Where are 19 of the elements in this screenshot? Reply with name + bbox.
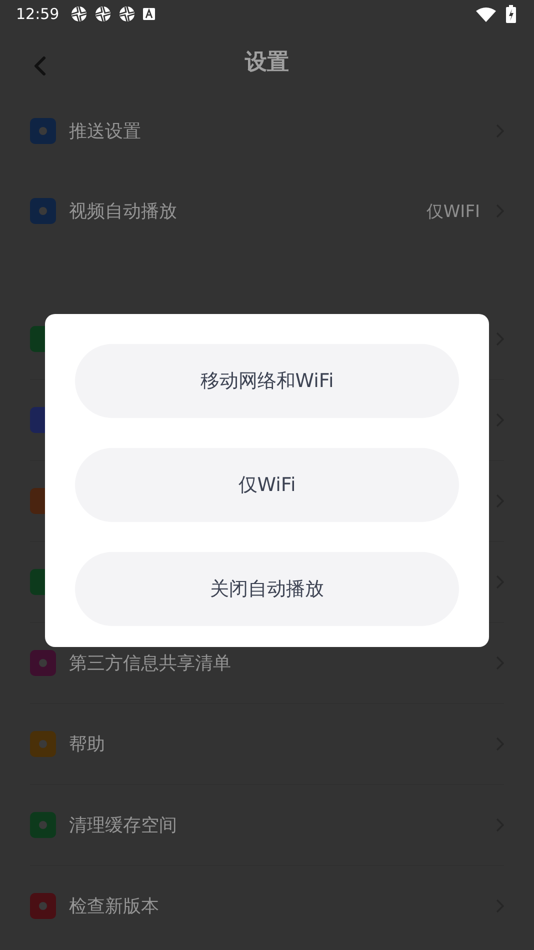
page-title: 设置 (245, 48, 289, 76)
aperture-icon (71, 6, 88, 22)
battery-icon (506, 5, 516, 23)
setting-label[interactable]: 第三方信息共享清单 (69, 651, 231, 675)
aperture-icon (95, 6, 112, 22)
setting-value: 仅WIFI (426, 200, 480, 222)
keyboard-a-icon (143, 8, 156, 20)
option-button[interactable]: 移动网络和WiFi (75, 344, 459, 418)
option-button[interactable]: 关闭自动播放 (75, 552, 459, 626)
back-icon[interactable] (34, 56, 46, 76)
setting-label[interactable]: 检查新版本 (69, 894, 159, 918)
setting-label[interactable]: 清理缓存空间 (69, 813, 177, 837)
setting-label[interactable]: 视频自动播放 (69, 199, 177, 223)
setting-label[interactable]: 帮助 (69, 732, 105, 756)
aperture-icon (119, 6, 136, 22)
wifi-icon (476, 6, 496, 22)
option-button[interactable]: 仅WiFi (75, 448, 459, 522)
status-time: 12:59 (16, 5, 60, 23)
setting-label[interactable]: 推送设置 (69, 119, 141, 143)
